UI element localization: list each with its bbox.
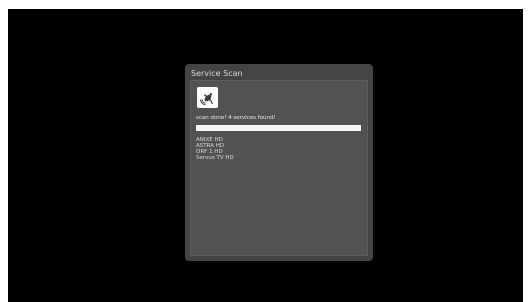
scan-status-text: scan done! 4 services found! (196, 115, 276, 121)
satellite-dish-icon (197, 87, 218, 108)
tv-screen: Service Scan scan done! 4 services found… (8, 9, 523, 302)
scan-progress-bar (196, 125, 361, 131)
scan-progress-fill (196, 125, 361, 131)
found-services-list: ANIXE HD ASTRA HD ORF 1 HD Servus TV HD (196, 137, 234, 161)
list-item: Servus TV HD (196, 155, 234, 161)
scan-panel: scan done! 4 services found! ANIXE HD AS… (190, 80, 368, 256)
service-scan-dialog: Service Scan scan done! 4 services found… (185, 64, 373, 261)
